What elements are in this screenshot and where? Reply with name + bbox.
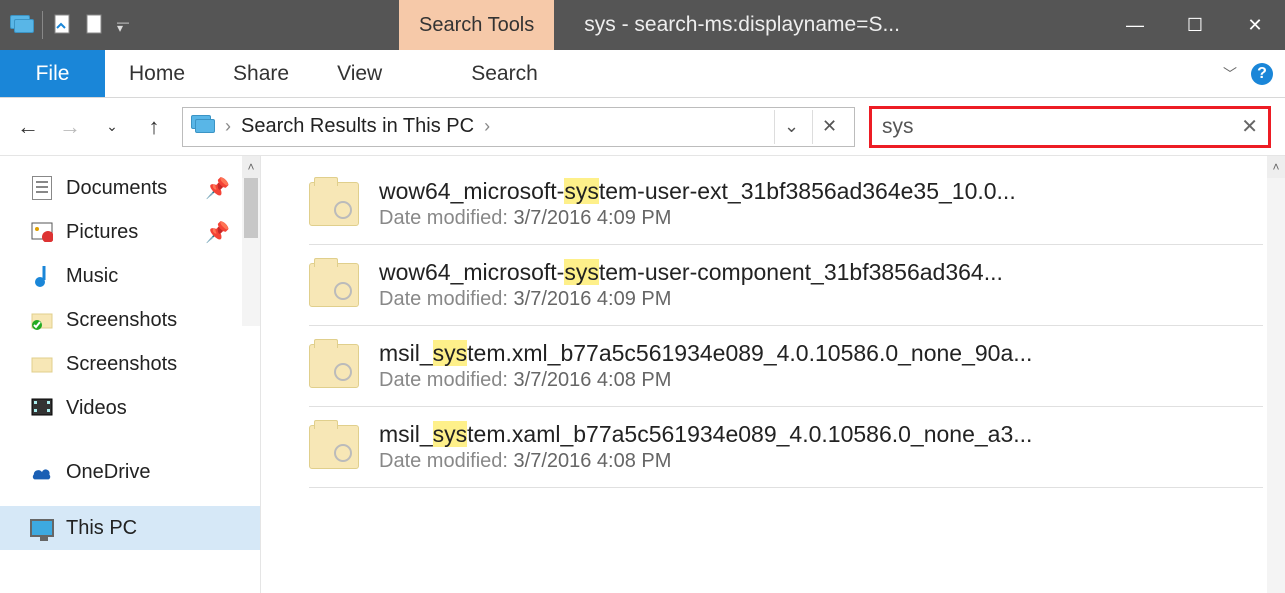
folder-icon [309, 425, 359, 469]
videos-icon [30, 396, 54, 420]
result-item[interactable]: wow64_microsoft-system-user-component_31… [309, 245, 1263, 326]
ribbon-tabs: File Home Share View Search ﹀ ? [0, 50, 1285, 98]
sidebar-item-screenshots-1[interactable]: Screenshots [30, 298, 260, 342]
context-tab-label: Search Tools [399, 0, 554, 50]
clear-search-icon[interactable]: ✕ [1241, 114, 1258, 139]
sidebar-item-documents[interactable]: Documents 📌 [30, 166, 260, 210]
file-tab[interactable]: File [0, 50, 105, 97]
minimize-button[interactable]: — [1105, 0, 1165, 50]
titlebar: —▾ Search Tools sys - search-ms:displayn… [0, 0, 1285, 50]
navigation-row: ← → ⌄ ↑ › Search Results in This PC › ⌄ … [0, 98, 1285, 156]
result-title: wow64_microsoft-system-user-component_31… [379, 259, 1263, 286]
sidebar-item-label: Pictures [66, 221, 138, 244]
scroll-up-icon[interactable]: ˄ [1267, 156, 1285, 178]
forward-button[interactable]: → [56, 113, 84, 141]
result-date: Date modified: 3/7/2016 4:09 PM [379, 288, 1263, 311]
sidebar-item-pictures[interactable]: Pictures 📌 [30, 210, 260, 254]
result-date: Date modified: 3/7/2016 4:08 PM [379, 450, 1263, 473]
result-title: msil_system.xaml_b77a5c561934e089_4.0.10… [379, 421, 1263, 448]
properties-icon[interactable] [53, 14, 75, 36]
sidebar-item-videos[interactable]: Videos [30, 386, 260, 430]
quick-access-toolbar: —▾ [0, 0, 139, 50]
tab-home[interactable]: Home [105, 50, 209, 97]
result-item[interactable]: wow64_microsoft-system-user-ext_31bf3856… [309, 164, 1263, 245]
result-item[interactable]: msil_system.xml_b77a5c561934e089_4.0.105… [309, 326, 1263, 407]
sidebar-item-label: OneDrive [66, 461, 150, 484]
close-button[interactable]: ✕ [1225, 0, 1285, 50]
search-box[interactable]: ✕ [869, 106, 1271, 148]
results-scrollbar[interactable]: ˄ [1267, 156, 1285, 593]
location-icon [191, 115, 215, 139]
result-date: Date modified: 3/7/2016 4:09 PM [379, 207, 1263, 230]
search-input[interactable] [882, 115, 1241, 139]
sidebar-item-label: Screenshots [66, 353, 177, 376]
window-title: sys - search-ms:displayname=S... [554, 0, 1105, 50]
result-title: wow64_microsoft-system-user-ext_31bf3856… [379, 178, 1263, 205]
tab-view[interactable]: View [313, 50, 406, 97]
onedrive-icon [30, 460, 54, 484]
scroll-thumb[interactable] [244, 178, 258, 238]
sidebar-item-label: Videos [66, 397, 127, 420]
sidebar-item-onedrive[interactable]: OneDrive [30, 450, 260, 494]
new-folder-icon[interactable] [85, 14, 107, 36]
maximize-button[interactable]: ☐ [1165, 0, 1225, 50]
search-results: wow64_microsoft-system-user-ext_31bf3856… [261, 156, 1285, 593]
ribbon-expand-icon[interactable]: ﹀ [1223, 64, 1237, 84]
address-bar[interactable]: › Search Results in This PC › ⌄ ✕ [182, 107, 855, 147]
scroll-up-icon[interactable]: ˄ [242, 156, 260, 178]
explorer-icon[interactable] [10, 14, 32, 36]
tab-share[interactable]: Share [209, 50, 313, 97]
sidebar-item-label: This PC [66, 517, 137, 540]
sidebar-item-screenshots-2[interactable]: Screenshots [30, 342, 260, 386]
folder-icon [309, 344, 359, 388]
sidebar-item-this-pc[interactable]: This PC [0, 506, 260, 550]
folder-check-icon [30, 308, 54, 332]
navigation-pane: Documents 📌 Pictures 📌 Music Screenshots [0, 156, 261, 593]
recent-locations-icon[interactable]: ⌄ [98, 113, 126, 141]
sidebar-scrollbar[interactable]: ˄ [242, 156, 260, 326]
back-button[interactable]: ← [14, 113, 42, 141]
breadcrumb-location[interactable]: Search Results in This PC [241, 115, 474, 138]
folder-icon [309, 182, 359, 226]
help-icon[interactable]: ? [1251, 63, 1273, 85]
pictures-icon [30, 220, 54, 244]
result-item[interactable]: msil_system.xaml_b77a5c561934e089_4.0.10… [309, 407, 1263, 488]
body: Documents 📌 Pictures 📌 Music Screenshots [0, 156, 1285, 593]
result-title: msil_system.xml_b77a5c561934e089_4.0.105… [379, 340, 1263, 367]
result-date: Date modified: 3/7/2016 4:08 PM [379, 369, 1263, 392]
breadcrumb-separator[interactable]: › [484, 116, 490, 137]
pin-icon[interactable]: 📌 [205, 220, 230, 245]
folder-icon [309, 263, 359, 307]
qat-customize-icon[interactable]: —▾ [117, 19, 129, 31]
folder-icon [30, 352, 54, 376]
address-history-icon[interactable]: ⌄ [774, 110, 808, 144]
up-button[interactable]: ↑ [140, 113, 168, 141]
document-icon [30, 176, 54, 200]
music-icon [30, 264, 54, 288]
sidebar-item-label: Documents [66, 177, 167, 200]
sidebar-item-label: Screenshots [66, 309, 177, 332]
pin-icon[interactable]: 📌 [205, 176, 230, 201]
sidebar-item-label: Music [66, 265, 118, 288]
refresh-or-stop-icon[interactable]: ✕ [812, 110, 846, 144]
breadcrumb-separator[interactable]: › [225, 116, 231, 137]
this-pc-icon [30, 516, 54, 540]
window-controls: — ☐ ✕ [1105, 0, 1285, 50]
tab-search[interactable]: Search [441, 50, 568, 97]
sidebar-item-music[interactable]: Music [30, 254, 260, 298]
separator [42, 11, 43, 39]
